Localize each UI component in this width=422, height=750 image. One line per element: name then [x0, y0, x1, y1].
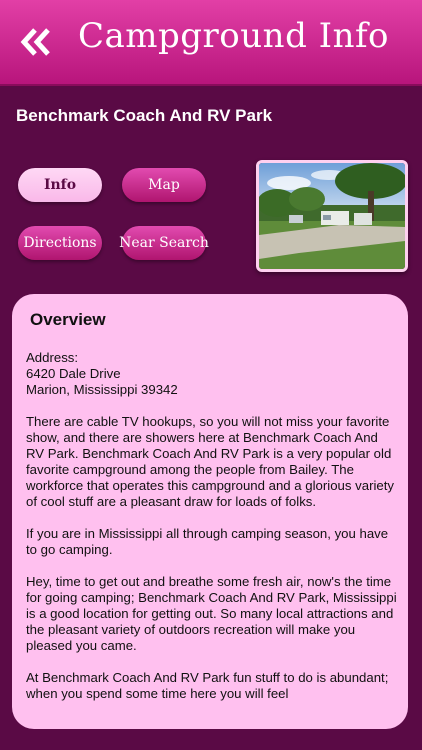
overview-title: Overview	[30, 310, 106, 329]
address-line-1: 6420 Dale Drive	[26, 366, 121, 381]
overview-paragraph: Hey, time to get out and breathe some fr…	[26, 574, 397, 653]
overview-paragraph: There are cable TV hookups, so you will …	[26, 414, 394, 509]
overview-paragraph: If you are in Mississippi all through ca…	[26, 526, 389, 557]
header-bar: Campground Info	[0, 0, 422, 86]
address-label: Address:	[26, 350, 79, 365]
campground-photo	[256, 160, 408, 272]
address-line-2: Marion, Mississippi 39342	[26, 382, 178, 397]
double-chevron-left-icon	[20, 28, 50, 56]
back-button[interactable]	[16, 24, 56, 60]
overview-panel: Overview Address: 6420 Dale Drive Marion…	[12, 294, 408, 729]
campground-name: Benchmark Coach And RV Park	[16, 106, 273, 125]
directions-button[interactable]: Directions	[18, 226, 102, 260]
campground-photo-image	[259, 163, 405, 269]
overview-text: Address: 6420 Dale Drive Marion, Mississ…	[26, 350, 398, 718]
near-search-button[interactable]: Near Search	[119, 226, 209, 260]
info-button[interactable]: Info	[18, 168, 102, 202]
map-button[interactable]: Map	[122, 168, 206, 202]
overview-paragraph: At Benchmark Coach And RV Park fun stuff…	[26, 670, 389, 701]
page-title: Campground Info	[78, 16, 390, 56]
